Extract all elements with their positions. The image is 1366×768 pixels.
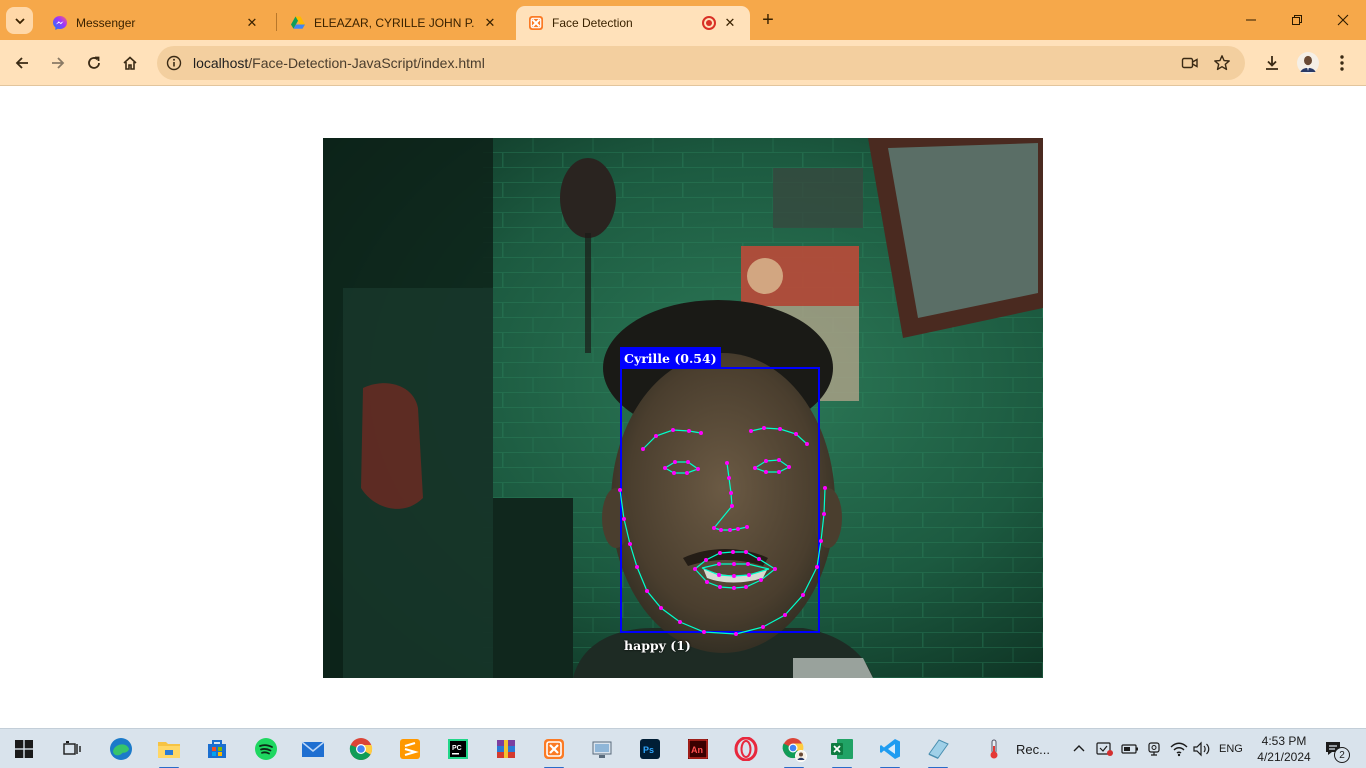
notepad-icon[interactable]	[924, 735, 952, 768]
microsoft-store-icon[interactable]	[203, 735, 231, 763]
svg-text:PC: PC	[452, 745, 462, 752]
webcam-scene	[323, 138, 1043, 678]
clock-time: 4:53 PM	[1261, 734, 1307, 748]
forward-button[interactable]	[44, 49, 72, 77]
site-info-icon[interactable]	[165, 54, 183, 72]
clock-date: 4/21/2024	[1257, 750, 1311, 764]
recording-icon	[702, 16, 716, 30]
restore-button[interactable]	[1274, 0, 1320, 40]
tab-messenger[interactable]: Messenger ✕	[40, 6, 272, 40]
webcam-video: Cyrille (0.54) happy (1)	[323, 138, 1043, 678]
page-viewport: Cyrille (0.54) happy (1)	[0, 87, 1366, 728]
file-explorer-icon[interactable]	[155, 735, 183, 768]
pycharm-icon[interactable]: PC	[444, 735, 472, 763]
reload-button[interactable]	[80, 49, 108, 77]
volume-icon[interactable]	[1193, 729, 1211, 768]
tray-recorder-app[interactable]: Rec...	[986, 729, 1050, 768]
url-text[interactable]: localhost/Face-Detection-JavaScript/inde…	[193, 55, 485, 71]
profile-avatar[interactable]	[1294, 49, 1322, 77]
reload-icon	[88, 56, 100, 69]
tray-app-label: Rec...	[1016, 741, 1050, 757]
close-icon[interactable]: ✕	[482, 15, 498, 31]
tab-face-detection[interactable]: Face Detection ✕	[516, 6, 750, 40]
webcam-tray-icon[interactable]	[1146, 729, 1162, 768]
new-tab-button[interactable]: +	[757, 9, 779, 31]
home-button[interactable]	[116, 49, 144, 77]
chevron-up-icon	[1073, 745, 1085, 752]
browser-menu-button[interactable]	[1328, 49, 1356, 77]
sublime-text-icon[interactable]	[396, 735, 424, 763]
show-hidden-icons-button[interactable]	[1073, 729, 1085, 768]
opera-icon[interactable]	[732, 735, 760, 763]
close-icon[interactable]: ✕	[244, 15, 260, 31]
security-icon[interactable]	[1096, 729, 1114, 768]
clock[interactable]: 4:53 PM 4/21/2024	[1245, 733, 1323, 765]
notification-count: 2	[1334, 747, 1350, 763]
mail-icon[interactable]	[299, 735, 327, 763]
language-indicator[interactable]: ENG	[1219, 729, 1243, 768]
windows-start-icon[interactable]	[10, 735, 38, 763]
back-button[interactable]	[8, 49, 36, 77]
arrow-left-icon	[15, 57, 28, 69]
animate-icon[interactable]: An	[684, 735, 712, 763]
close-window-button[interactable]	[1320, 0, 1366, 40]
vscode-icon[interactable]	[876, 735, 904, 768]
task-view-icon[interactable]	[58, 735, 86, 763]
tab-title: Face Detection	[552, 16, 633, 30]
battery-icon[interactable]	[1121, 729, 1139, 768]
browser-toolbar: localhost/Face-Detection-JavaScript/inde…	[0, 40, 1366, 86]
edge-icon[interactable]	[107, 735, 135, 763]
chevron-down-icon	[14, 17, 25, 24]
close-icon[interactable]: ✕	[722, 15, 738, 31]
minimize-button[interactable]	[1228, 0, 1274, 40]
excel-icon[interactable]	[828, 735, 856, 768]
svg-text:Ps: Ps	[643, 745, 654, 755]
tab-title: ELEAZAR, CYRILLE JOHN P. - G	[314, 16, 476, 30]
thermometer-icon	[990, 739, 998, 759]
face-expression-label: happy (1)	[624, 638, 691, 653]
tab-strip: Messenger ✕ ELEAZAR, CYRILLE JOHN P. - G…	[0, 0, 1366, 40]
xampp-icon[interactable]	[540, 735, 568, 768]
winrar-icon[interactable]	[492, 735, 520, 763]
svg-text:An: An	[691, 745, 703, 755]
avatar-icon	[1297, 52, 1319, 74]
messenger-icon	[52, 15, 68, 31]
google-drive-icon	[290, 15, 306, 31]
tab-drive[interactable]: ELEAZAR, CYRILLE JOHN P. - G ✕	[278, 6, 510, 40]
camera-in-use-icon[interactable]	[1181, 55, 1199, 74]
notification-center-button[interactable]: 2	[1324, 729, 1350, 768]
chrome-icon[interactable]	[347, 735, 375, 763]
wifi-icon[interactable]	[1170, 729, 1188, 768]
windows-taskbar: PC Ps An Rec... ENG 4:53 PM 4/21/2024 2	[0, 728, 1366, 768]
xampp-icon	[528, 15, 544, 31]
spotify-icon[interactable]	[252, 735, 280, 763]
address-bar[interactable]: localhost/Face-Detection-JavaScript/inde…	[157, 46, 1245, 80]
bookmark-star-icon[interactable]	[1213, 54, 1231, 75]
face-name-label: Cyrille (0.54)	[620, 347, 721, 369]
close-icon	[1337, 14, 1349, 26]
kebab-menu-icon	[1340, 55, 1344, 71]
chrome-profile-icon[interactable]	[780, 735, 808, 768]
download-icon	[1266, 56, 1278, 70]
restore-icon	[1292, 15, 1302, 25]
downloads-button[interactable]	[1258, 49, 1286, 77]
url-path: /Face-Detection-JavaScript/index.html	[248, 55, 485, 71]
photoshop-icon[interactable]: Ps	[636, 735, 664, 763]
tab-title: Messenger	[76, 16, 136, 30]
arrow-right-icon	[52, 57, 65, 69]
home-icon	[123, 56, 137, 70]
url-host: localhost	[193, 55, 249, 71]
tab-separator	[276, 13, 277, 31]
minimize-icon	[1246, 19, 1256, 21]
tab-search-button[interactable]	[6, 7, 33, 34]
remote-desktop-icon[interactable]	[588, 735, 616, 763]
